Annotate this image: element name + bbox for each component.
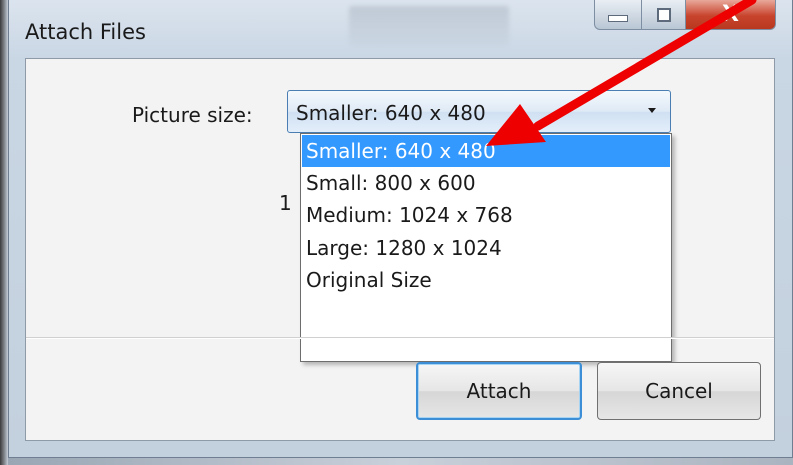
attach-button[interactable]: Attach <box>416 362 582 420</box>
cancel-button[interactable]: Cancel <box>597 362 761 420</box>
option-original-size[interactable]: Original Size <box>302 264 670 296</box>
minimize-button[interactable] <box>594 0 642 30</box>
screen: Attach Files X Picture size: Smaller: 64… <box>0 0 793 465</box>
close-button[interactable]: X <box>686 0 776 30</box>
picture-size-label: Picture size: <box>132 103 253 127</box>
option-medium[interactable]: Medium: 1024 x 768 <box>302 199 670 231</box>
attach-files-dialog: Attach Files X Picture size: Smaller: 64… <box>8 0 793 458</box>
picture-size-selected-value: Smaller: 640 x 480 <box>296 101 486 125</box>
picture-size-dropdown-list: Smaller: 640 x 480 Small: 800 x 600 Medi… <box>300 133 672 362</box>
window-title: Attach Files <box>25 20 146 44</box>
option-small[interactable]: Small: 800 x 600 <box>302 167 670 199</box>
minimize-icon <box>608 15 628 22</box>
background-ghost <box>349 6 509 46</box>
caption-buttons: X <box>594 0 776 30</box>
title-bar[interactable]: Attach Files X <box>9 0 792 58</box>
background-window-edge <box>0 0 8 465</box>
button-area-divider <box>26 337 774 339</box>
dialog-content: Picture size: Smaller: 640 x 480 1 Small… <box>25 58 775 441</box>
option-large[interactable]: Large: 1280 x 1024 <box>302 232 670 264</box>
background-taskbar-strip <box>8 458 793 465</box>
chevron-down-icon <box>648 108 656 113</box>
maximize-button[interactable] <box>642 0 686 30</box>
picture-size-select[interactable]: Smaller: 640 x 480 <box>287 90 671 133</box>
obscured-text: 1 <box>279 191 292 215</box>
close-icon: X <box>722 2 739 27</box>
maximize-icon <box>656 7 671 22</box>
option-smaller[interactable]: Smaller: 640 x 480 <box>302 135 670 167</box>
